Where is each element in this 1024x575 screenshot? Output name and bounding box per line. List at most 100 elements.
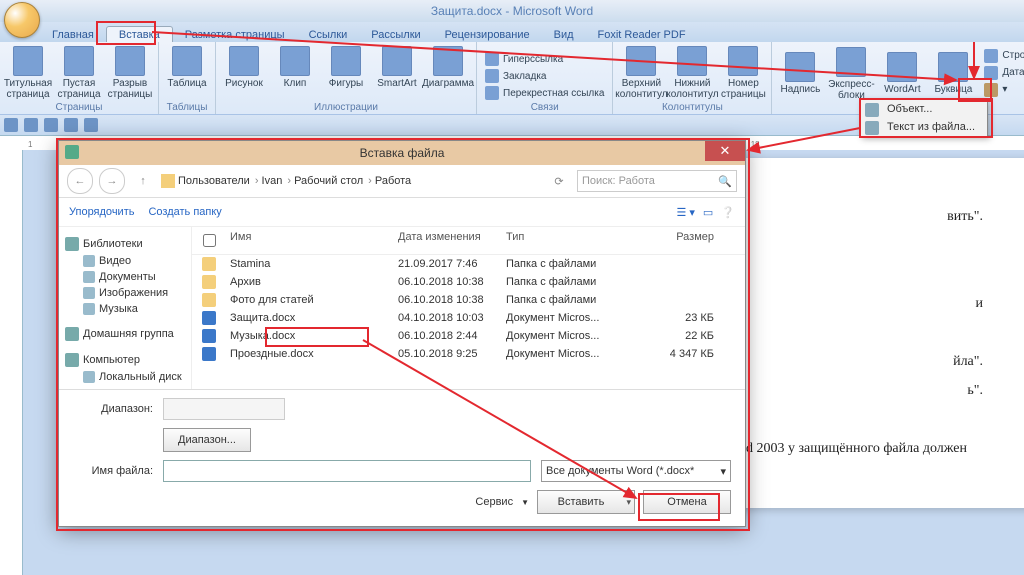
- side-libraries[interactable]: Библиотеки: [63, 235, 187, 253]
- range-button[interactable]: Диапазон...: [163, 428, 251, 452]
- lq-icon3[interactable]: [64, 118, 78, 132]
- side-images[interactable]: Изображения: [63, 285, 187, 301]
- search-input[interactable]: Поиск: Работа🔍: [577, 170, 737, 192]
- col-type[interactable]: Тип: [502, 231, 640, 250]
- word-doc-icon: [65, 145, 79, 159]
- dialog-toolbar: Упорядочить Создать папку ☰ ▾ ▭ ❔: [59, 198, 745, 227]
- title-bar: Защита.docx - Microsoft Word: [0, 0, 1024, 22]
- col-size[interactable]: Размер: [640, 231, 718, 250]
- lq-save-icon[interactable]: [4, 118, 18, 132]
- nav-up-button[interactable]: ↑: [131, 169, 155, 193]
- btn-blank-page[interactable]: Пустая страница: [55, 44, 103, 100]
- col-date[interactable]: Дата изменения: [394, 231, 502, 250]
- btn-page-break[interactable]: Разрыв страницы: [106, 44, 154, 100]
- menu-text-from-file[interactable]: Текст из файла...: [861, 118, 987, 136]
- filename-input[interactable]: [163, 460, 531, 482]
- view-options-button[interactable]: ☰ ▾: [676, 206, 694, 219]
- tab-home[interactable]: Главная: [40, 27, 106, 42]
- nav-back-button[interactable]: ←: [67, 168, 93, 194]
- tab-foxit[interactable]: Foxit Reader PDF: [586, 27, 698, 42]
- file-row[interactable]: Проездные.docx05.10.2018 9:25Документ Mi…: [192, 345, 745, 363]
- btn-crossref[interactable]: Перекрестная ссылка: [481, 85, 608, 101]
- lq-icon4[interactable]: [84, 118, 98, 132]
- range-label: Диапазон:: [73, 403, 153, 415]
- office-button[interactable]: [4, 2, 40, 38]
- search-icon: 🔍: [718, 175, 732, 188]
- file-row[interactable]: Архив06.10.2018 10:38Папка с файлами: [192, 273, 745, 291]
- refresh-button[interactable]: ⟳: [547, 169, 571, 193]
- computer-icon: [65, 353, 79, 367]
- btn-bookmark[interactable]: Закладка: [481, 68, 608, 84]
- btn-quickparts[interactable]: Экспресс-блоки: [827, 45, 875, 101]
- dialog-title: Вставка файла: [360, 146, 445, 160]
- cancel-button[interactable]: Отмена: [643, 490, 731, 514]
- btn-wordart[interactable]: WordArt: [878, 50, 926, 95]
- file-filter-select[interactable]: Все документы Word (*.docx*▾: [541, 460, 731, 482]
- side-music[interactable]: Музыка: [63, 301, 187, 317]
- dialog-close-button[interactable]: ✕: [705, 141, 745, 161]
- file-row[interactable]: Музыка.docx06.10.2018 2:44Документ Micro…: [192, 327, 745, 345]
- file-list: Имя Дата изменения Тип Размер Stamina21.…: [192, 227, 745, 389]
- tab-links[interactable]: Ссылки: [297, 27, 360, 42]
- file-row[interactable]: Защита.docx04.10.2018 10:03Документ Micr…: [192, 309, 745, 327]
- file-row[interactable]: Фото для статей06.10.2018 10:38Папка с ф…: [192, 291, 745, 309]
- btn-textbox[interactable]: Надпись: [776, 50, 824, 95]
- group-headers: Верхний колонтитул Нижний колонтитул Ном…: [613, 42, 772, 114]
- btn-object-dropdown[interactable]: ▾: [980, 82, 1024, 98]
- btn-header[interactable]: Верхний колонтитул: [617, 44, 665, 100]
- filename-label: Имя файла:: [73, 465, 153, 477]
- help-button[interactable]: ❔: [721, 206, 735, 219]
- btn-pagenum[interactable]: Номер страницы: [719, 44, 767, 100]
- btn-datetime[interactable]: Дата и время: [980, 65, 1024, 81]
- insert-button[interactable]: Вставить: [537, 490, 635, 514]
- side-documents[interactable]: Документы: [63, 269, 187, 285]
- app-title: Защита.docx - Microsoft Word: [431, 4, 593, 18]
- tab-view[interactable]: Вид: [542, 27, 586, 42]
- tab-review[interactable]: Рецензирование: [433, 27, 542, 42]
- btn-cover-page[interactable]: Титульная страница: [4, 44, 52, 100]
- word-app-window: Защита.docx - Microsoft Word Главная Вст…: [0, 0, 1024, 575]
- folder-icon: [161, 174, 175, 188]
- file-row[interactable]: Stamina21.09.2017 7:46Папка с файлами: [192, 255, 745, 273]
- homegroup-icon: [65, 327, 79, 341]
- nav-fwd-button[interactable]: →: [99, 168, 125, 194]
- btn-picture[interactable]: Рисунок: [220, 44, 268, 89]
- vertical-ruler: [0, 150, 23, 575]
- tab-insert[interactable]: Вставка: [106, 26, 173, 42]
- btn-footer[interactable]: Нижний колонтитул: [668, 44, 716, 100]
- btn-shapes[interactable]: Фигуры: [322, 44, 370, 89]
- btn-hyperlink[interactable]: Гиперссылка: [481, 51, 608, 67]
- preview-toggle-button[interactable]: ▭: [703, 206, 713, 219]
- select-all-checkbox[interactable]: [203, 234, 216, 247]
- btn-table[interactable]: Таблица: [163, 44, 211, 89]
- service-dropdown[interactable]: Сервис: [475, 496, 513, 508]
- menu-object[interactable]: Объект...: [861, 100, 987, 118]
- breadcrumb[interactable]: ПользователиIvanРабочий столРабота: [161, 174, 541, 188]
- library-icon: [65, 237, 79, 251]
- col-name[interactable]: Имя: [226, 231, 394, 250]
- dialog-nav: ← → ↑ ПользователиIvanРабочий столРабота…: [59, 165, 745, 198]
- side-computer[interactable]: Компьютер: [63, 351, 187, 369]
- ribbon-tabs: Главная Вставка Разметка страницы Ссылки…: [0, 22, 1024, 42]
- organize-button[interactable]: Упорядочить: [69, 206, 134, 218]
- tab-mailings[interactable]: Рассылки: [359, 27, 432, 42]
- dialog-bottom: Диапазон: Диапазон... Имя файла: Все док…: [59, 389, 745, 526]
- btn-signature[interactable]: Строка подписи: [980, 48, 1024, 64]
- side-localdisk[interactable]: Локальный диск: [63, 369, 187, 385]
- insert-file-dialog: Вставка файла ✕ ← → ↑ ПользователиIvanРа…: [58, 140, 746, 527]
- btn-chart[interactable]: Диаграмма: [424, 44, 472, 89]
- side-video[interactable]: Видео: [63, 253, 187, 269]
- lq-icon[interactable]: [24, 118, 38, 132]
- side-homegroup[interactable]: Домашняя группа: [63, 325, 187, 343]
- lq-icon2[interactable]: [44, 118, 58, 132]
- btn-clip[interactable]: Клип: [271, 44, 319, 89]
- btn-smartart[interactable]: SmartArt: [373, 44, 421, 89]
- btn-dropcap[interactable]: Буквица: [929, 50, 977, 95]
- object-dropdown-menu: Объект... Текст из файла...: [860, 99, 988, 137]
- tab-layout[interactable]: Разметка страницы: [173, 27, 297, 42]
- newfolder-button[interactable]: Создать папку: [148, 206, 221, 218]
- group-tables: Таблица Таблицы: [159, 42, 216, 114]
- group-links: Гиперссылка Закладка Перекрестная ссылка…: [477, 42, 613, 114]
- range-input[interactable]: [163, 398, 285, 420]
- dialog-titlebar: Вставка файла ✕: [59, 141, 745, 165]
